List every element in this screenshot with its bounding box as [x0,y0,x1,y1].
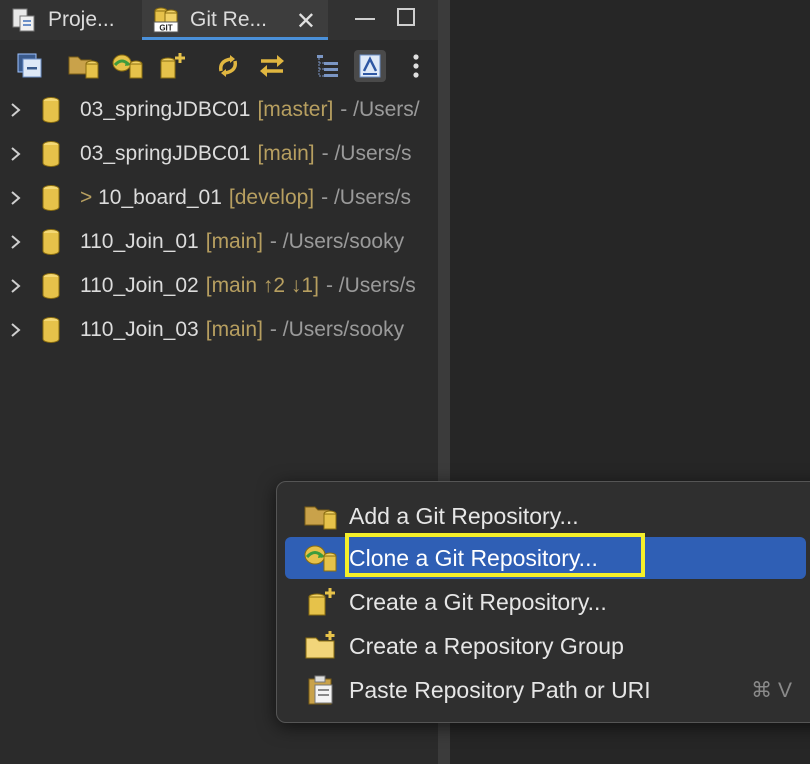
tree-row[interactable]: 03_springJDBC01 [master] - /Users/ [0,88,438,132]
branch-label: [main] [205,318,263,341]
repo-path: - /Users/sooky [269,230,405,253]
menu-item-paste-repository-path[interactable]: Paste Repository Path or URI ⌘ V [285,669,806,711]
repository-icon [40,272,80,300]
repo-path: - /Users/ [340,98,420,121]
context-menu: Add a Git Repository... Clone a Git Repo… [276,481,810,723]
branch-label: [develop] [228,186,315,209]
repository-icon [40,140,80,168]
hierarchical-view-icon[interactable] [312,50,344,82]
tab-git-repositories[interactable]: GIT Git Re... ✕ [142,0,328,40]
svg-text:GIT: GIT [159,24,172,33]
tab-project-explorer[interactable]: Proje... [0,0,140,40]
repository-tree: 03_springJDBC01 [master] - /Users/ 03_sp… [0,88,438,352]
repo-path: - /Users/s [321,142,412,165]
maximize-icon[interactable] [397,8,415,26]
menu-item-label: Create a Git Repository... [349,588,607,615]
project-explorer-icon [10,6,38,34]
add-repo-icon[interactable] [68,50,100,82]
close-icon[interactable]: ✕ [296,7,316,36]
chevron-right-icon[interactable] [0,146,40,162]
create-repo-icon [303,584,339,620]
annotation-highlight-box [345,533,645,577]
chevron-right-icon[interactable] [0,102,40,118]
menu-item-label: Paste Repository Path or URI [349,676,651,703]
menu-item-add-repository[interactable]: Add a Git Repository... [285,495,806,537]
repository-icon [40,228,80,256]
view-tab-bar: Proje... GIT Git Re... ✕ [0,0,438,40]
repo-path: - /Users/s [321,186,411,209]
more-icon[interactable] [400,50,432,82]
repo-name: 110_Join_01 [80,230,199,253]
clone-repo-icon[interactable] [112,50,144,82]
repo-path: - /Users/s [325,274,416,297]
repository-icon [40,96,80,124]
shortcut-label: ⌘ V [751,678,792,702]
repo-name: 110_Join_02 [80,274,199,297]
minimize-icon[interactable] [355,8,375,20]
repo-name: 110_Join_03 [80,318,199,341]
repo-path: - /Users/sooky [269,318,405,341]
tab-project-explorer-label: Proje... [48,8,115,31]
link-with-selection-icon[interactable] [256,50,288,82]
repo-name: 03_springJDBC01 [80,98,251,121]
menu-item-label: Create a Repository Group [349,632,624,659]
commit-view-icon[interactable] [354,50,386,82]
repository-icon [40,184,80,212]
folder-add-icon [303,628,339,664]
menu-item-label: Add a Git Repository... [349,502,579,529]
branch-label: [master] [257,98,334,121]
clone-repo-icon [303,540,339,576]
tree-row[interactable]: 110_Join_01 [main] - /Users/sooky [0,220,438,264]
menu-item-create-group[interactable]: Create a Repository Group [285,625,806,667]
repository-icon [40,316,80,344]
tree-row[interactable]: 110_Join_02 [main ↑2 ↓1] - /Users/s [0,264,438,308]
view-toolbar [0,44,438,88]
tree-row[interactable]: > 10_board_01 [develop] - /Users/s [0,176,438,220]
tree-row[interactable]: 03_springJDBC01 [main] - /Users/s [0,132,438,176]
chevron-right-icon[interactable] [0,190,40,206]
tab-git-repositories-label: Git Re... [190,8,268,31]
branch-label: [main] [257,142,315,165]
chevron-right-icon[interactable] [0,278,40,294]
menu-item-create-repository[interactable]: Create a Git Repository... [285,581,806,623]
collapse-all-icon[interactable] [14,50,46,82]
create-repo-icon[interactable] [156,50,188,82]
repo-name: 03_springJDBC01 [80,142,251,165]
menu-item-clone-repository[interactable]: Clone a Git Repository... [285,533,806,579]
branch-label: [main] [205,230,263,253]
repo-name: > 10_board_01 [80,186,222,209]
paste-icon [303,672,339,708]
chevron-right-icon[interactable] [0,234,40,250]
branch-label: [main ↑2 ↓1] [205,274,319,297]
tree-row[interactable]: 110_Join_03 [main] - /Users/sooky [0,308,438,352]
chevron-right-icon[interactable] [0,322,40,338]
refresh-icon[interactable] [212,50,244,82]
add-repo-icon [303,498,339,534]
git-repositories-icon: GIT [152,6,180,34]
